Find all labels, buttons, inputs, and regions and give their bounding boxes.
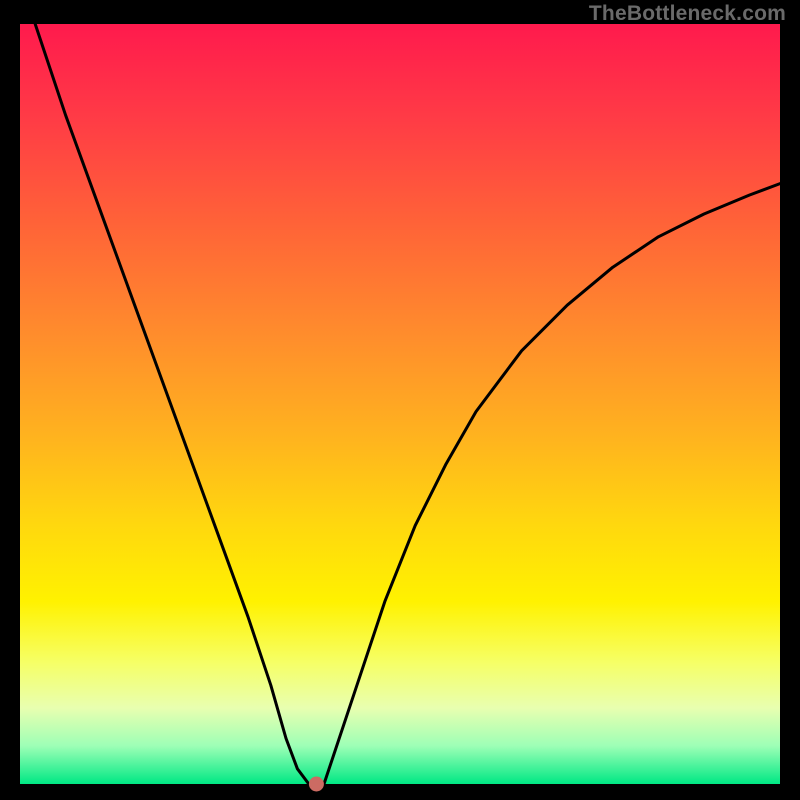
watermark-text: TheBottleneck.com <box>589 2 786 26</box>
plot-container <box>20 24 780 784</box>
minimum-marker <box>309 777 323 791</box>
curve-layer <box>20 24 780 784</box>
bottleneck-curve <box>35 24 780 784</box>
chart-frame: TheBottleneck.com <box>0 0 800 800</box>
